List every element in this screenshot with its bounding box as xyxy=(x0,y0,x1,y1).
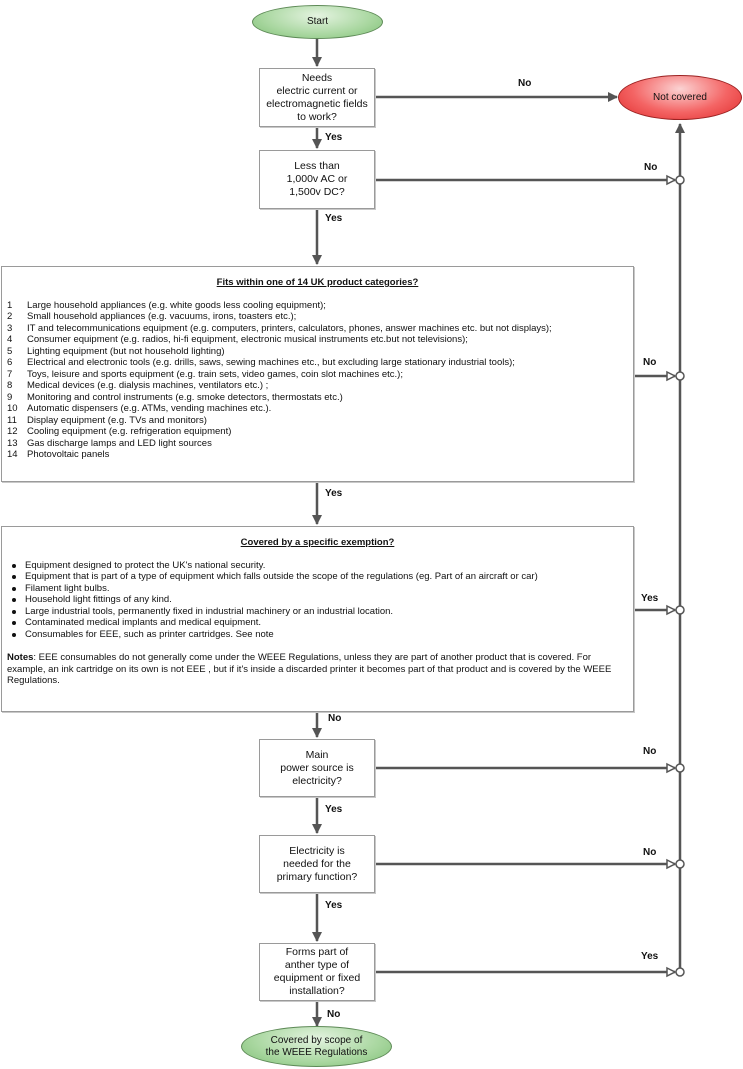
category-number: 7 xyxy=(7,368,13,380)
category-text: Automatic dispensers (e.g. ATMs, vending… xyxy=(27,403,272,414)
label-q3-yes: Yes xyxy=(325,488,343,499)
junction-q3 xyxy=(666,370,685,382)
category-text: Consumer equipment (e.g. radios, hi-fi e… xyxy=(27,334,468,345)
junction-q7 xyxy=(666,966,685,978)
q2-voltage-limit: Less than 1,000v AC or 1,500v DC? xyxy=(259,150,375,209)
q7-part-of-other-equipment: Forms part of anther type of equipment o… xyxy=(259,943,375,1001)
category-number: 2 xyxy=(7,311,13,322)
category-text: Small household appliances (e.g. vacuums… xyxy=(27,311,297,322)
label-q4-no: No xyxy=(328,713,342,724)
category-text: Cooling equipment (e.g. refrigeration eq… xyxy=(27,426,232,437)
label-q5-yes: Yes xyxy=(325,804,343,815)
notes-text: : EEE consumables do not generally come … xyxy=(7,652,612,686)
category-number: 10 xyxy=(7,403,18,414)
category-text: Monitoring and control instruments (e.g.… xyxy=(27,391,343,403)
start-node: Start xyxy=(252,5,383,39)
covered-node: Covered by scope of the WEEE Regulations xyxy=(241,1026,392,1067)
category-text: Large household appliances (e.g. white g… xyxy=(27,299,326,311)
category-item: 14 Photovoltaic panels xyxy=(7,449,628,461)
category-item: 2 Small household appliances (e.g. vacuum… xyxy=(7,311,628,323)
notes-label: Notes xyxy=(7,652,34,663)
junction-q5 xyxy=(666,762,685,774)
exemption-item: Filament light bulbs. xyxy=(7,583,628,595)
not-covered-node: Not covered xyxy=(618,75,742,120)
category-item: 10 Automatic dispensers (e.g. ATMs, vendi… xyxy=(7,403,628,415)
label-q1-yes: Yes xyxy=(325,132,343,143)
category-number: 5 xyxy=(7,345,13,357)
exemption-item: Contaminated medical implants and medica… xyxy=(7,617,628,629)
label-q7-no: No xyxy=(327,1009,341,1020)
category-text: Display equipment (e.g. TVs and monitors… xyxy=(27,414,207,426)
category-text: IT and telecommunications equipment (e.g… xyxy=(27,322,552,334)
category-number: 9 xyxy=(7,391,13,403)
q4-title: Covered by a specific exemption? xyxy=(240,537,395,548)
category-item: 1 Large household appliances (e.g. white … xyxy=(7,300,628,312)
category-item: 8 Medical devices (e.g. dialysis machines… xyxy=(7,380,628,392)
category-number: 4 xyxy=(7,334,13,345)
junction-q4 xyxy=(666,604,685,616)
label-q2-yes: Yes xyxy=(325,213,343,224)
category-text: Gas discharge lamps and LED light source… xyxy=(27,437,212,449)
category-text: Medical devices (e.g. dialysis machines,… xyxy=(27,380,269,391)
q3-product-categories: Fits within one of 14 UK product categor… xyxy=(1,266,634,482)
category-list: 1 Large household appliances (e.g. white … xyxy=(7,300,628,461)
q5-main-power-source: Main power source is electricity? xyxy=(259,739,375,797)
q4-specific-exemption: Covered by a specific exemption? Equipme… xyxy=(1,526,634,712)
notes: Notes: EEE consumables do not generally … xyxy=(7,652,628,687)
exemption-item: Household light fittings of any kind. xyxy=(7,594,628,606)
exemption-item: Consumables for EEE, such as printer car… xyxy=(7,629,628,641)
category-text: Electrical and electronic tools (e.g. dr… xyxy=(27,357,515,368)
category-text: Photovoltaic panels xyxy=(27,449,110,460)
category-number: 13 xyxy=(7,437,18,449)
category-number: 3 xyxy=(7,322,13,334)
label-q4-yes: Yes xyxy=(641,593,659,604)
category-number: 14 xyxy=(7,449,18,460)
exemption-item: Large industrial tools, permanently fixe… xyxy=(7,606,628,618)
category-item: 6 Electrical and electronic tools (e.g. d… xyxy=(7,357,628,369)
exemption-item: Equipment that is part of a type of equi… xyxy=(7,571,628,583)
category-item: 3 IT and telecommunications equipment (e.… xyxy=(7,323,628,335)
junction-q6 xyxy=(666,858,685,870)
label-q3-no: No xyxy=(643,357,657,368)
category-item: 4 Consumer equipment (e.g. radios, hi-fi … xyxy=(7,334,628,346)
category-item: 9 Monitoring and control instruments (e.g… xyxy=(7,392,628,404)
category-item: 5 Lighting equipment (but not household l… xyxy=(7,346,628,358)
category-number: 8 xyxy=(7,380,13,391)
category-number: 6 xyxy=(7,357,13,368)
category-number: 12 xyxy=(7,426,18,437)
label-q1-no: No xyxy=(518,78,532,89)
category-item: 12 Cooling equipment (e.g. refrigeration … xyxy=(7,426,628,438)
category-item: 13 Gas discharge lamps and LED light sour… xyxy=(7,438,628,450)
label-q6-no: No xyxy=(643,847,657,858)
label-q2-no: No xyxy=(644,162,658,173)
q3-title: Fits within one of 14 UK product categor… xyxy=(216,277,419,288)
exemption-item: Equipment designed to protect the UK's n… xyxy=(7,560,628,572)
category-item: 11 Display equipment (e.g. TVs and monito… xyxy=(7,415,628,427)
exemption-list: Equipment designed to protect the UK's n… xyxy=(7,560,628,641)
category-item: 7 Toys, leisure and sports equipment (e.g… xyxy=(7,369,628,381)
junction-q2 xyxy=(666,174,685,186)
category-text: Toys, leisure and sports equipment (e.g.… xyxy=(27,368,403,380)
q6-electricity-primary-function: Electricity is needed for the primary fu… xyxy=(259,835,375,893)
q1-needs-electric-current: Needs electric current or electromagneti… xyxy=(259,68,375,127)
category-number: 1 xyxy=(7,299,13,311)
label-q5-no: No xyxy=(643,746,657,757)
label-q7-yes: Yes xyxy=(641,951,659,962)
category-text: Lighting equipment (but not household li… xyxy=(27,345,225,357)
category-number: 11 xyxy=(7,414,17,426)
label-q6-yes: Yes xyxy=(325,900,343,911)
